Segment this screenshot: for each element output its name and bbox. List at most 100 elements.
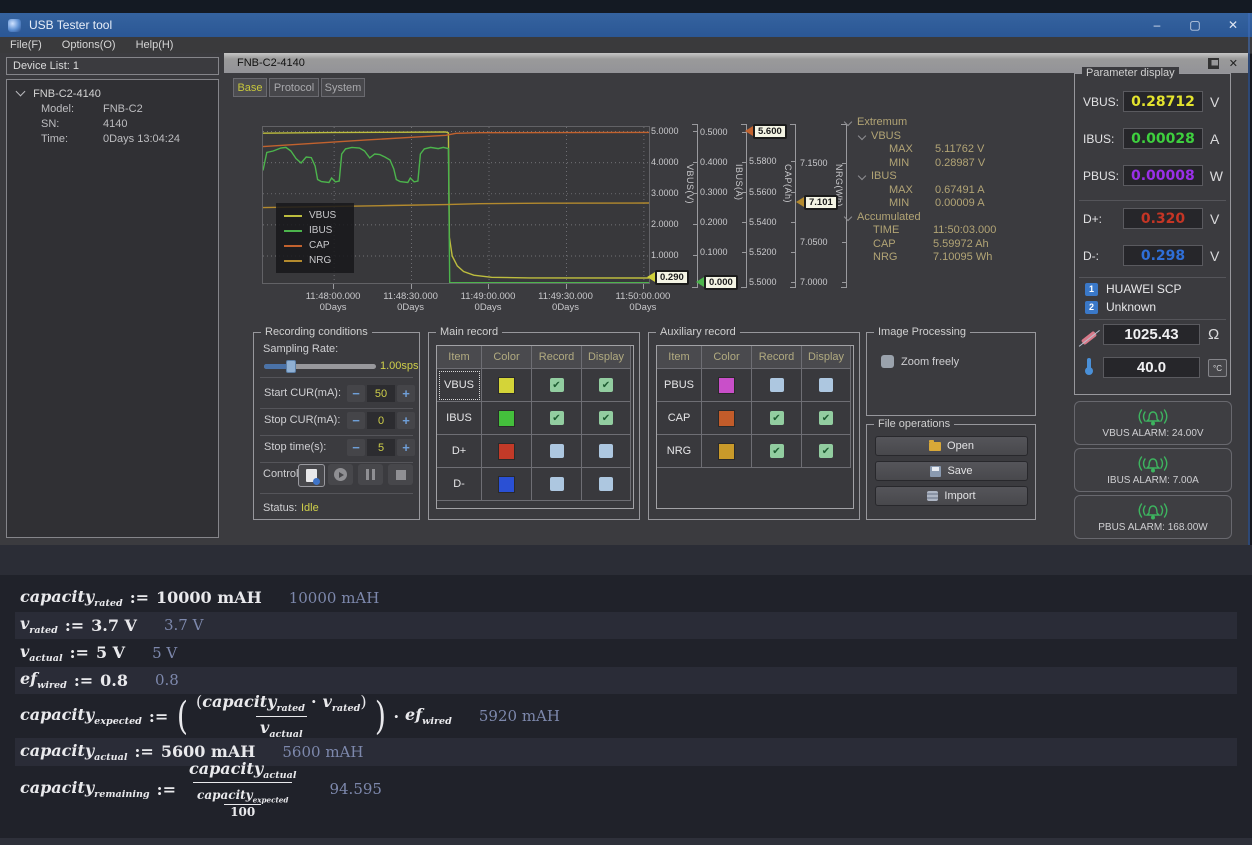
temperature-unit-button[interactable]: °C — [1208, 359, 1227, 377]
extremum-vbus[interactable]: VBUS — [845, 130, 1065, 143]
record-cell[interactable] — [752, 369, 802, 402]
display-checkbox[interactable]: ✔ — [599, 411, 613, 425]
color-swatch[interactable] — [498, 410, 515, 427]
vbus-alarm-button[interactable]: VBUS ALARM: 24.00V — [1074, 401, 1232, 445]
item-cell-VBUS[interactable]: VBUS — [437, 369, 482, 402]
record-checkbox[interactable]: ✔ — [770, 444, 784, 458]
display-cell[interactable]: ✔ — [582, 369, 631, 402]
display-cell[interactable] — [582, 435, 631, 468]
slider-handle[interactable] — [286, 360, 296, 373]
color-cell[interactable] — [482, 435, 532, 468]
spinner-value[interactable]: 50 — [367, 385, 395, 402]
display-cell[interactable] — [802, 369, 851, 402]
item-cell-IBUS[interactable]: IBUS — [437, 402, 482, 435]
record-checkbox[interactable]: ✔ — [550, 411, 564, 425]
display-cell[interactable]: ✔ — [802, 435, 851, 468]
chevron-down-icon[interactable] — [858, 131, 866, 139]
record-cell[interactable]: ✔ — [532, 402, 582, 435]
record-cell[interactable] — [532, 435, 582, 468]
sampling-rate-slider[interactable] — [264, 364, 376, 369]
spinner-value[interactable]: 0 — [367, 412, 395, 429]
record-cell[interactable]: ✔ — [532, 369, 582, 402]
color-swatch[interactable] — [498, 476, 515, 493]
formula-row-rated[interactable]: vrated:=3.7 V3.7 V — [15, 612, 1237, 640]
color-cell[interactable] — [702, 402, 752, 435]
decrement-button[interactable]: − — [347, 412, 365, 429]
record-cell[interactable]: ✔ — [752, 435, 802, 468]
color-swatch[interactable] — [718, 443, 735, 460]
decrement-button[interactable]: − — [347, 439, 365, 456]
close-tab-icon[interactable]: ✕ — [1229, 57, 1238, 70]
formula-row-wired[interactable]: efwired:=0.80.8 — [15, 667, 1237, 695]
ibus-alarm-button[interactable]: IBUS ALARM: 7.00A — [1074, 448, 1232, 492]
record-checkbox[interactable]: ✔ — [550, 378, 564, 392]
item-cell-D+[interactable]: D+ — [437, 435, 482, 468]
minimize-button[interactable]: – — [1138, 13, 1176, 37]
import-button[interactable]: Import — [875, 486, 1028, 506]
zoom-freely-checkbox[interactable] — [881, 355, 894, 368]
float-window-icon[interactable] — [1208, 58, 1219, 69]
display-cell[interactable]: ✔ — [582, 402, 631, 435]
display-checkbox[interactable] — [599, 477, 613, 491]
record-checkbox[interactable] — [550, 444, 564, 458]
protocol-row-2[interactable]: 2 Unknown — [1085, 300, 1156, 314]
increment-button[interactable]: + — [397, 439, 415, 456]
display-checkbox[interactable]: ✔ — [819, 411, 833, 425]
display-checkbox[interactable]: ✔ — [819, 444, 833, 458]
pause-button[interactable] — [358, 464, 383, 485]
stop-button[interactable] — [388, 464, 413, 485]
tab-protocol[interactable]: Protocol — [269, 78, 319, 97]
close-button[interactable]: ✕ — [1214, 13, 1252, 37]
color-swatch[interactable] — [718, 377, 735, 394]
display-checkbox[interactable] — [599, 444, 613, 458]
record-checkbox[interactable]: ✔ — [770, 411, 784, 425]
chevron-down-icon[interactable] — [858, 172, 866, 180]
color-cell[interactable] — [702, 435, 752, 468]
accumulated-root[interactable]: Accumulated — [845, 211, 1065, 224]
color-cell[interactable] — [482, 369, 532, 402]
item-cell-PBUS[interactable]: PBUS — [657, 369, 702, 402]
formula-row-actual[interactable]: vactual:=5 V5 V — [15, 639, 1237, 667]
display-checkbox[interactable] — [819, 378, 833, 392]
item-cell-CAP[interactable]: CAP — [657, 402, 702, 435]
tree-item-device[interactable]: FNB-C2-4140 — [7, 80, 218, 100]
display-checkbox[interactable]: ✔ — [599, 378, 613, 392]
color-swatch[interactable] — [498, 443, 515, 460]
titlebar[interactable]: USB Tester tool – ▢ ✕ — [0, 13, 1252, 37]
formula-document[interactable]: capacityrated:=10000 mAH10000 mAHvrated:… — [0, 575, 1252, 838]
new-record-button[interactable] — [298, 464, 325, 487]
protocol-row-1[interactable]: 1 HUAWEI SCP — [1085, 282, 1182, 296]
formula-row-remaining[interactable]: capacityremaining:=capacityactualcapacit… — [15, 766, 1237, 813]
tab-fnb-c2-4140[interactable]: FNB-C2-4140 — [237, 57, 305, 69]
formula-row-expected[interactable]: capacityexpected:=((capacityrated·vrated… — [15, 694, 1237, 738]
color-swatch[interactable] — [498, 377, 515, 394]
color-cell[interactable] — [482, 402, 532, 435]
menu-help[interactable]: Help(H) — [126, 39, 184, 51]
chevron-down-icon[interactable] — [844, 212, 852, 220]
color-cell[interactable] — [702, 369, 752, 402]
display-cell[interactable]: ✔ — [802, 402, 851, 435]
spinner-value[interactable]: 5 — [367, 439, 395, 456]
pbus-alarm-button[interactable]: PBUS ALARM: 168.00W — [1074, 495, 1232, 539]
maximize-button[interactable]: ▢ — [1176, 13, 1214, 37]
tab-base[interactable]: Base — [233, 78, 267, 97]
chevron-down-icon[interactable] — [16, 87, 26, 97]
decrement-button[interactable]: − — [347, 385, 365, 402]
record-cell[interactable] — [532, 468, 582, 501]
item-cell-D-[interactable]: D- — [437, 468, 482, 501]
open-button[interactable]: Open — [875, 436, 1028, 456]
color-cell[interactable] — [482, 468, 532, 501]
record-cell[interactable]: ✔ — [752, 402, 802, 435]
save-button[interactable]: Save — [875, 461, 1028, 481]
increment-button[interactable]: + — [397, 412, 415, 429]
tab-system[interactable]: System — [321, 78, 365, 97]
menu-file[interactable]: File(F) — [0, 39, 52, 51]
item-cell-NRG[interactable]: NRG — [657, 435, 702, 468]
record-checkbox[interactable] — [770, 378, 784, 392]
formula-row-rated[interactable]: capacityrated:=10000 mAH10000 mAH — [15, 584, 1237, 612]
play-button[interactable] — [328, 464, 353, 485]
record-checkbox[interactable] — [550, 477, 564, 491]
display-cell[interactable] — [582, 468, 631, 501]
color-swatch[interactable] — [718, 410, 735, 427]
chevron-down-icon[interactable] — [844, 118, 852, 126]
